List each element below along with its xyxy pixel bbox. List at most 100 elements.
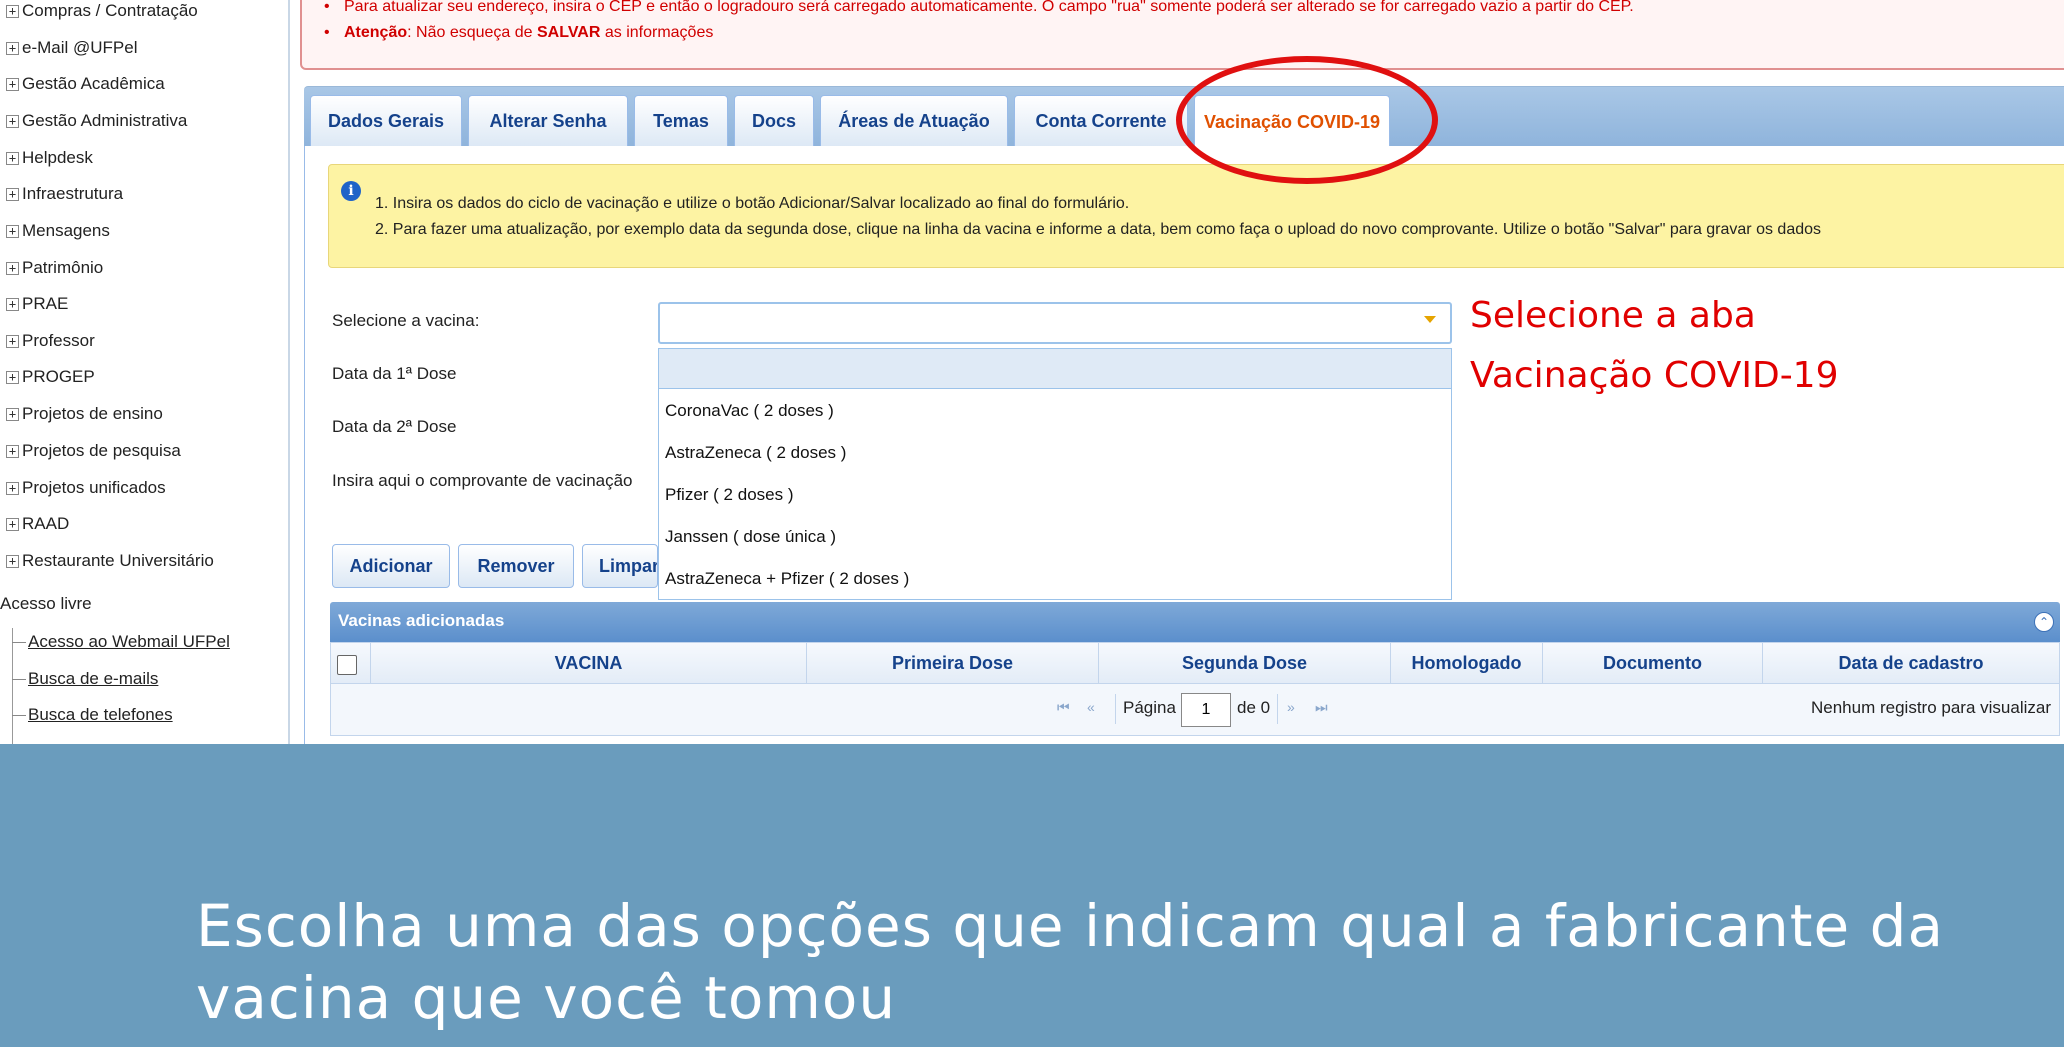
option-astrazeneca-pfizer[interactable]: AstraZeneca + Pfizer ( 2 doses ) xyxy=(665,569,909,589)
link-webmail[interactable]: Acesso ao Webmail UFPel xyxy=(12,628,230,656)
link-label[interactable]: Busca de telefones xyxy=(28,705,173,725)
column-documento[interactable]: Documento xyxy=(1543,643,1763,683)
annotation-line: Vacinação COVID-19 xyxy=(1470,355,1839,396)
bullet: • xyxy=(324,0,330,15)
sidebar-item-prae[interactable]: + PRAE xyxy=(6,290,68,318)
tab-temas[interactable]: Temas xyxy=(634,95,728,147)
clear-button[interactable]: Limpar xyxy=(582,544,658,588)
sidebar-item-progep[interactable]: + PROGEP xyxy=(6,363,95,391)
sidebar-item-label: Projetos de pesquisa xyxy=(22,441,181,460)
vaccine-select[interactable] xyxy=(658,302,1452,344)
sidebar-item-projetos-unificados[interactable]: + Projetos unificados xyxy=(6,474,166,502)
column-vacina[interactable]: VACINA xyxy=(371,643,807,683)
sidebar-item-label: Projetos unificados xyxy=(22,478,166,497)
sidebar-item-raad[interactable]: + RAAD xyxy=(6,510,69,538)
sidebar-item-infraestrutura[interactable]: + Infraestrutura xyxy=(6,180,123,208)
expand-icon[interactable]: + xyxy=(6,297,19,311)
remove-button[interactable]: Remover xyxy=(458,544,574,588)
dose2-label: Data da 2ª Dose xyxy=(332,417,457,436)
tab-areas-atuacao[interactable]: Áreas de Atuação xyxy=(820,95,1008,147)
expand-icon[interactable]: + xyxy=(6,4,19,18)
notice-box: • Para atualizar seu endereço, insira o … xyxy=(300,0,2064,70)
tab-docs[interactable]: Docs xyxy=(734,95,814,147)
notice-text: as informações xyxy=(600,24,714,41)
vaccine-dropdown-list: CoronaVac ( 2 doses ) AstraZeneca ( 2 do… xyxy=(658,348,1452,600)
option-pfizer[interactable]: Pfizer ( 2 doses ) xyxy=(665,485,794,505)
expand-icon[interactable]: + xyxy=(6,151,19,165)
expand-icon[interactable]: + xyxy=(6,41,19,55)
info-icon: i xyxy=(341,181,361,201)
column-primeira-dose[interactable]: Primeira Dose xyxy=(807,643,1099,683)
info-line: 1. Insira os dados do ciclo de vacinação… xyxy=(375,195,1130,212)
expand-icon[interactable]: + xyxy=(6,187,19,201)
notice-text: Para atualizar seu endereço, insira o CE… xyxy=(344,0,1634,15)
sidebar-item-label: PROGEP xyxy=(22,367,95,386)
sidebar-item-gestao-administrativa[interactable]: + Gestão Administrativa xyxy=(6,107,187,135)
column-segunda-dose[interactable]: Segunda Dose xyxy=(1099,643,1391,683)
add-button[interactable]: Adicionar xyxy=(332,544,450,588)
sidebar-item-label: Gestão Administrativa xyxy=(22,111,188,130)
chevron-down-icon[interactable] xyxy=(1424,316,1436,323)
collapse-icon[interactable]: ⌃ xyxy=(2034,612,2054,632)
option-coronavac[interactable]: CoronaVac ( 2 doses ) xyxy=(665,401,834,421)
expand-icon[interactable]: + xyxy=(6,517,19,531)
sidebar-item-label: Compras / Contratação xyxy=(22,1,198,20)
expand-icon[interactable]: + xyxy=(6,334,19,348)
expand-icon[interactable]: + xyxy=(6,407,19,421)
sidebar-item-label: RAAD xyxy=(22,514,70,533)
option-janssen[interactable]: Janssen ( dose única ) xyxy=(665,527,836,547)
link-label[interactable]: Acesso ao Webmail UFPel xyxy=(28,632,230,652)
expand-icon[interactable]: + xyxy=(6,77,19,91)
dropdown-option-blank[interactable] xyxy=(659,349,1451,389)
sidebar-item-email[interactable]: + e-Mail @UFPel xyxy=(6,34,138,62)
grid-title: Vacinas adicionadas xyxy=(338,611,505,630)
upload-label: Insira aqui o comprovante de vacinação xyxy=(332,471,633,490)
page-number-input[interactable]: 1 xyxy=(1181,693,1231,727)
expand-icon[interactable]: + xyxy=(6,114,19,128)
expand-icon[interactable]: + xyxy=(6,224,19,238)
sidebar-item-patrimonio[interactable]: + Patrimônio xyxy=(6,254,103,282)
notice-text: : Não esqueça de xyxy=(407,24,537,41)
sidebar-item-label: Infraestrutura xyxy=(22,184,124,203)
link-busca-emails[interactable]: Busca de e-mails xyxy=(12,665,158,693)
link-label[interactable]: Busca de e-mails xyxy=(28,669,158,689)
sidebar-item-projetos-pesquisa[interactable]: + Projetos de pesquisa xyxy=(6,437,181,465)
sidebar-item-label: PRAE xyxy=(22,294,69,313)
dose1-label: Data da 1ª Dose xyxy=(332,364,457,383)
sidebar-item-label: Patrimônio xyxy=(22,258,104,277)
sidebar-item-mensagens[interactable]: + Mensagens xyxy=(6,217,110,245)
sidebar-item-restaurante[interactable]: + Restaurante Universitário xyxy=(6,547,214,575)
sidebar-item-professor[interactable]: + Professor xyxy=(6,327,95,355)
sidebar-item-projetos-ensino[interactable]: + Projetos de ensino xyxy=(6,400,163,428)
sidebar-item-label: Mensagens xyxy=(22,221,110,240)
caption-text: Escolha uma das opções que indicam qual … xyxy=(196,892,1945,1032)
grid-column-header: VACINA Primeira Dose Segunda Dose Homolo… xyxy=(330,642,2060,684)
next-page-icon[interactable]: » xyxy=(1287,699,1295,715)
prev-page-icon[interactable]: « xyxy=(1087,699,1095,715)
free-access-heading: Acesso livre xyxy=(0,594,92,613)
sidebar-item-label: Restaurante Universitário xyxy=(22,551,214,570)
first-page-icon[interactable]: ⏮ xyxy=(1057,699,1070,716)
column-homologado[interactable]: Homologado xyxy=(1391,643,1543,683)
select-all-checkbox[interactable] xyxy=(337,655,357,675)
option-astrazeneca[interactable]: AstraZeneca ( 2 doses ) xyxy=(665,443,846,463)
expand-icon[interactable]: + xyxy=(6,554,19,568)
sidebar-item-compras[interactable]: + Compras / Contratação xyxy=(6,0,198,25)
last-page-icon[interactable]: ⏭ xyxy=(1315,699,1328,716)
expand-icon[interactable]: + xyxy=(6,444,19,458)
tab-conta-corrente[interactable]: Conta Corrente xyxy=(1014,95,1188,147)
empty-records-text: Nenhum registro para visualizar xyxy=(1811,698,2051,717)
column-data-cadastro[interactable]: Data de cadastro xyxy=(1763,643,2059,683)
link-busca-telefones[interactable]: Busca de telefones xyxy=(12,701,173,729)
sidebar-item-helpdesk[interactable]: + Helpdesk xyxy=(6,144,93,172)
sidebar-item-gestao-academica[interactable]: + Gestão Acadêmica xyxy=(6,70,165,98)
expand-icon[interactable]: + xyxy=(6,481,19,495)
expand-icon[interactable]: + xyxy=(6,261,19,275)
screenshot-area: + Compras / Contratação + e-Mail @UFPel + G… xyxy=(0,0,2064,744)
info-box: i 1. Insira os dados do ciclo de vacinaç… xyxy=(328,164,2064,268)
sidebar-menu: + Compras / Contratação + e-Mail @UFPel + G… xyxy=(0,0,290,744)
tab-alterar-senha[interactable]: Alterar Senha xyxy=(468,95,628,147)
grid-header: Vacinas adicionadas ⌃ xyxy=(330,602,2060,642)
tab-dados-gerais[interactable]: Dados Gerais xyxy=(310,95,462,147)
expand-icon[interactable]: + xyxy=(6,370,19,384)
